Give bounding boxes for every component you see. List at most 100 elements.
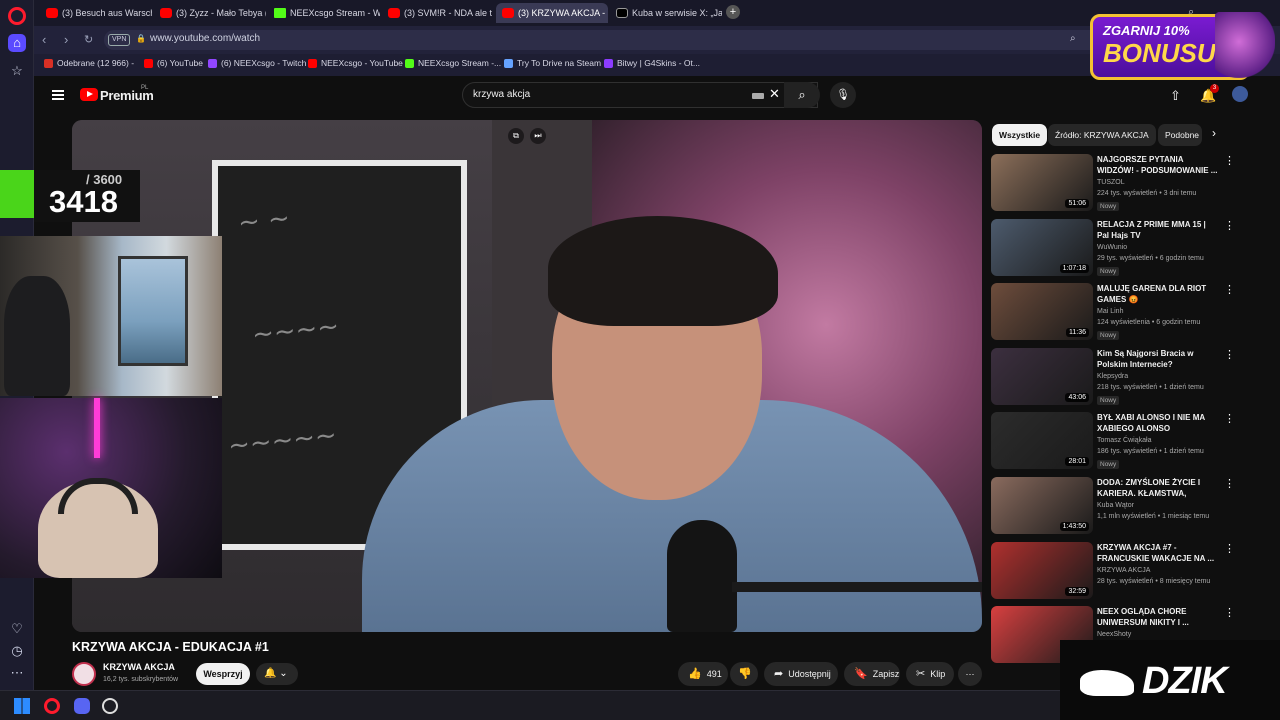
skip-icon[interactable]: ⏭ <box>530 128 546 144</box>
video-thumbnail[interactable]: 11:36 <box>991 283 1093 341</box>
like-button[interactable]: 👍 491 <box>678 662 728 686</box>
rec-channel[interactable]: Mai Linh <box>1097 308 1123 315</box>
new-badge: Nowy <box>1097 202 1120 211</box>
more-vert-icon[interactable]: ⋮ <box>1224 154 1235 167</box>
microphone-icon[interactable]: 🎙 <box>830 82 856 108</box>
url-field[interactable]: VPN 🔒 www.youtube.com/watch ⌕ ➚ ◉ <box>104 30 1124 50</box>
reload-icon[interactable]: ↻ <box>84 33 93 46</box>
rec-channel[interactable]: Klepsydra <box>1097 373 1128 380</box>
webcam-room <box>0 236 222 396</box>
clear-search-icon[interactable]: ✕ <box>769 86 780 102</box>
scissors-icon: ✂ <box>916 668 926 680</box>
recommendation-item[interactable]: 1:43:50 DODA: ZMYŚLONE ŻYCIE I KARIERA. K… <box>991 477 1269 537</box>
tab-zyzz[interactable]: (3) Zyzz - Mało Tebya (Ha <box>154 3 266 23</box>
more-icon[interactable]: ⋯ <box>8 664 26 682</box>
recommendation-item[interactable]: 51:06 NAJGORSZE PYTANIA WIDZÓW! - PODSUMO… <box>991 154 1269 214</box>
rec-channel[interactable]: TUSZOL <box>1097 179 1125 186</box>
video-thumbnail[interactable]: 1:43:50 <box>991 477 1093 534</box>
share-button[interactable]: ➦ Udostępnij <box>764 662 838 686</box>
dislike-button[interactable]: 👎 <box>730 662 758 686</box>
recommendation-item[interactable]: 11:36 MALUJĘ GARENA DLA RIOT GAMES 😡 Mai L… <box>991 283 1269 343</box>
clip-button[interactable]: ✂ Klip <box>906 662 954 686</box>
bookmark-gmail[interactable]: Odebrane (12 966) - <box>44 58 134 68</box>
heart-icon[interactable]: ♡ <box>8 620 26 638</box>
rec-title[interactable]: KRZYWA AKCJA #7 - FRANCUSKIE WAKACJE NA … <box>1097 542 1219 564</box>
channel-avatar[interactable] <box>72 662 96 686</box>
rec-meta: 1,1 mln wyświetleń • 1 miesiąc temu <box>1097 513 1210 520</box>
chevron-right-icon[interactable]: › <box>1212 126 1216 140</box>
recommendation-item[interactable]: 32:59 KRZYWA AKCJA #7 - FRANCUSKIE WAKACJ… <box>991 541 1269 602</box>
subscription-bell-button[interactable]: 🔔 ⌄ <box>256 663 298 685</box>
home-icon[interactable]: ⌂ <box>8 34 26 52</box>
rec-title[interactable]: DODA: ZMYŚLONE ŻYCIE I KARIERA. KŁAMSTWA… <box>1097 477 1219 499</box>
video-thumbnail[interactable]: 28:01 <box>991 412 1093 470</box>
search-input[interactable]: krzywa akcja ✕ <box>462 82 818 108</box>
bookmark-youtube[interactable]: (6) YouTube <box>144 58 203 68</box>
forward-icon[interactable]: › <box>64 32 68 47</box>
rec-channel[interactable]: Kuba Wątor <box>1097 502 1134 509</box>
search-icon[interactable]: ⌕ <box>1070 33 1076 44</box>
new-tab-button[interactable]: + <box>726 5 740 19</box>
steam-icon[interactable] <box>102 698 118 714</box>
opera-icon[interactable] <box>44 698 60 714</box>
channel-name[interactable]: KRZYWA AKCJA <box>103 662 175 672</box>
rec-title[interactable]: BYŁ XABI ALONSO I NIE MA XABIEGO ALONSO <box>1097 412 1219 434</box>
chip-source[interactable]: Źródło: KRZYWA AKCJA <box>1048 124 1156 146</box>
windows-start-icon[interactable] <box>14 698 30 714</box>
rec-channel[interactable]: Tomasz Ćwiąkała <box>1097 437 1151 444</box>
miniplayer-icon[interactable]: ⧉ <box>508 128 524 144</box>
rec-channel[interactable]: KRZYWA AKCJA <box>1097 567 1150 574</box>
chip-similar[interactable]: Podobne <box>1158 124 1202 146</box>
video-thumbnail[interactable]: 1:07:18 <box>991 218 1093 276</box>
discord-icon[interactable] <box>74 698 90 714</box>
viewer-counter: / 3600 3418 <box>34 170 140 222</box>
bookmark-steam[interactable]: Try To Drive na Steam <box>504 58 601 68</box>
tab-svmr[interactable]: (3) SVM!R - NDA ale t <box>382 3 494 23</box>
recommendation-item[interactable]: 28:01 BYŁ XABI ALONSO I NIE MA XABIEGO AL… <box>991 412 1269 472</box>
save-button[interactable]: 🔖 Zapisz <box>844 662 900 686</box>
hamburger-menu-icon[interactable] <box>52 90 64 100</box>
bookmark-twitch[interactable]: (6) NEEXcsgo - Twitch <box>208 58 306 68</box>
support-button[interactable]: Wesprzyj <box>196 663 250 685</box>
video-thumbnail[interactable]: 32:59 <box>991 541 1093 599</box>
video-thumbnail[interactable]: 43:06 <box>991 347 1093 405</box>
chip-all[interactable]: Wszystkie <box>992 124 1048 146</box>
tab-besuch[interactable]: (3) Besuch aus Warschau | <box>40 3 152 23</box>
history-icon[interactable]: ◷ <box>8 642 26 660</box>
avatar[interactable] <box>1232 86 1248 102</box>
more-vert-icon[interactable]: ⋮ <box>1224 412 1235 425</box>
tab-neex-stream[interactable]: NEEXcsgo Stream - Watch <box>268 3 380 23</box>
like-count: 491 <box>706 669 722 679</box>
rec-title[interactable]: Kim Są Najgorsi Bracia w Polskim Interne… <box>1097 348 1219 370</box>
more-actions-button[interactable]: ⋯ <box>958 662 982 686</box>
tab-label: (3) KRZYWA AKCJA - EDU <box>518 8 608 18</box>
bookmark-g4skins[interactable]: Bitwy | G4Skins - Ot... <box>604 58 700 68</box>
opera-logo-icon[interactable] <box>8 7 26 25</box>
youtube-logo-icon[interactable] <box>80 88 98 101</box>
rec-title[interactable]: NEEX OGLĄDA CHORE UNIWERSUM NIKITY I ... <box>1097 606 1219 628</box>
star-icon[interactable]: ☆ <box>8 62 26 80</box>
more-vert-icon[interactable]: ⋮ <box>1224 283 1235 296</box>
back-icon[interactable]: ‹ <box>42 32 46 47</box>
bookmark-neex-youtube[interactable]: NEEXcsgo - YouTube <box>308 58 403 68</box>
more-vert-icon[interactable]: ⋮ <box>1224 219 1235 232</box>
tab-krzywa-akcja[interactable]: (3) KRZYWA AKCJA - EDU <box>496 3 608 23</box>
rec-channel[interactable]: WuWunio <box>1097 244 1127 251</box>
rec-title[interactable]: RELACJA Z PRIME MMA 15 | Pal Hajs TV <box>1097 219 1219 241</box>
upload-icon[interactable]: ⇧ <box>1170 88 1181 104</box>
rec-channel[interactable]: NeexShoty <box>1097 631 1131 638</box>
tab-kuba-x[interactable]: Kuba w serwisie X: „Jakim <box>610 3 722 23</box>
more-vert-icon[interactable]: ⋮ <box>1224 606 1235 619</box>
more-vert-icon[interactable]: ⋮ <box>1224 542 1235 555</box>
rec-title[interactable]: MALUJĘ GARENA DLA RIOT GAMES 😡 <box>1097 283 1219 305</box>
bookmark-neex-kick[interactable]: NEEXcsgo Stream -... <box>405 58 501 68</box>
recommendation-item[interactable]: 43:06 Kim Są Najgorsi Bracia w Polskim In… <box>991 347 1269 408</box>
video-thumbnail[interactable]: 51:06 <box>991 154 1093 211</box>
vpn-badge[interactable]: VPN <box>108 34 131 46</box>
keyboard-icon[interactable] <box>752 93 764 99</box>
more-vert-icon[interactable]: ⋮ <box>1224 477 1235 490</box>
more-vert-icon[interactable]: ⋮ <box>1224 348 1235 361</box>
search-button[interactable]: ⌕ <box>784 82 820 108</box>
recommendation-item[interactable]: 1:07:18 RELACJA Z PRIME MMA 15 | Pal Hajs… <box>991 218 1269 279</box>
rec-title[interactable]: NAJGORSZE PYTANIA WIDZÓW! - PODSUMOWANIE… <box>1097 154 1219 176</box>
